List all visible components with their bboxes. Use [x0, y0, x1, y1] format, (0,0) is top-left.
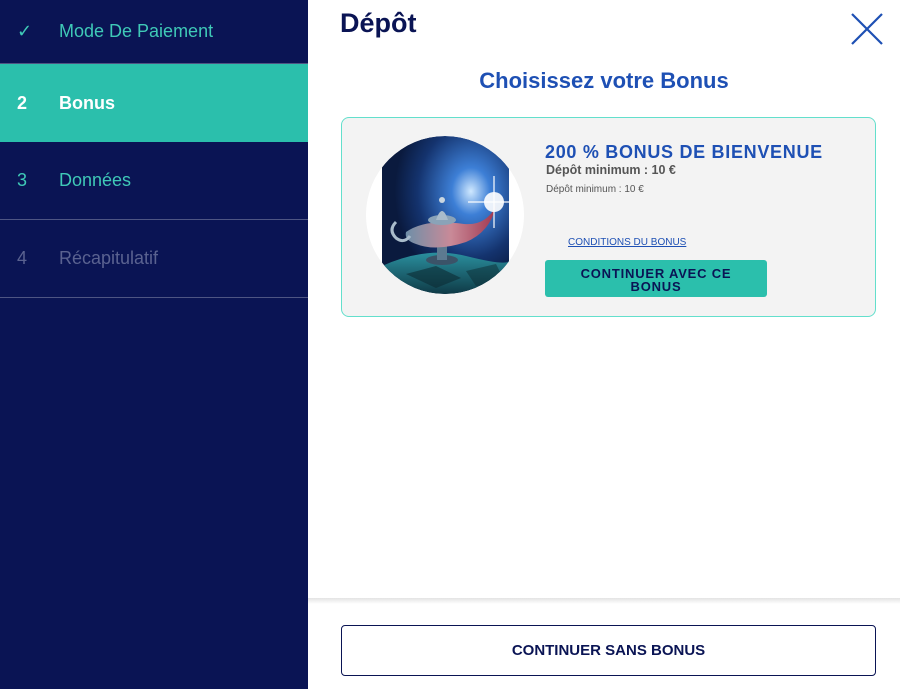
magic-lamp-image — [366, 136, 524, 294]
min-deposit-small-text: Dépôt minimum : 10 € — [546, 184, 644, 195]
bonus-heading: Choisissez votre Bonus — [479, 68, 729, 93]
step-label: Données — [59, 170, 132, 190]
step-label: Bonus — [59, 92, 115, 113]
bonus-title: 200 % BONUS DE BIENVENUE — [545, 142, 823, 162]
min-deposit-text: Dépôt minimum : 10 € — [546, 163, 676, 177]
page-title: Dépôt — [340, 8, 417, 38]
step-number: 3 — [17, 170, 28, 190]
step-number: 2 — [17, 92, 28, 113]
deposit-modal: ✓ Mode De Paiement 2 Bonus 3 Données 4 R… — [0, 0, 900, 689]
check-icon: ✓ — [17, 21, 33, 41]
step-label: Mode De Paiement — [59, 21, 214, 41]
bonus-conditions-link[interactable]: CONDITIONS DU BONUS — [568, 237, 686, 248]
footer-divider — [308, 598, 900, 604]
bonus-card: 200 % BONUS DE BIENVENUE Dépôt minimum :… — [341, 117, 876, 317]
continue-with-bonus-button[interactable]: CONTINUER AVEC CE BONUS — [545, 260, 767, 297]
continue-without-bonus-button[interactable]: CONTINUER SANS BONUS — [341, 625, 876, 676]
step-label: Récapitulatif — [59, 248, 159, 268]
step-bonus[interactable]: 2 Bonus — [0, 64, 308, 142]
steps-sidebar: ✓ Mode De Paiement 2 Bonus 3 Données 4 R… — [0, 0, 308, 689]
step-number: 4 — [17, 248, 28, 268]
step-payment-method[interactable]: ✓ Mode De Paiement — [0, 0, 308, 64]
close-icon[interactable] — [849, 11, 885, 47]
step-summary: 4 Récapitulatif — [0, 220, 308, 298]
main-panel: Dépôt Choisissez votre Bonus 200 % BONUS… — [308, 0, 900, 689]
step-data[interactable]: 3 Données — [0, 142, 308, 220]
